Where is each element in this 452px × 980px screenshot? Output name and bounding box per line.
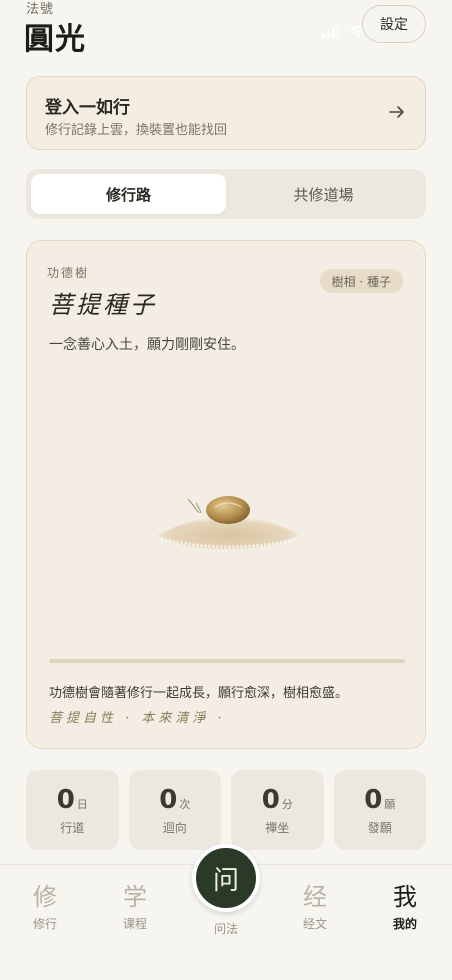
stat-unit: 日 xyxy=(76,797,88,811)
login-card[interactable]: 登入一如行 修行記錄上雲，換裝置也能找回 xyxy=(26,76,426,150)
stat-value: 0 xyxy=(364,784,383,815)
growth-progress xyxy=(49,659,405,663)
tab-group-practice[interactable]: 共修道場 xyxy=(226,174,421,214)
stat-value: 0 xyxy=(159,784,178,815)
stat-vows[interactable]: 0 願 發願 xyxy=(333,770,426,850)
tab-scriptures[interactable]: 经 经文 xyxy=(285,881,345,932)
stat-meditation[interactable]: 0 分 禪坐 xyxy=(231,770,324,850)
stat-value: 0 xyxy=(261,784,280,815)
tab-label: 修行 xyxy=(32,917,57,931)
tree-stage-name: 菩提種子 xyxy=(49,291,157,319)
segmented-control: 修行路 共修道場 xyxy=(26,169,426,219)
merit-tree-card: 功德樹 菩提種子 樹相 · 種子 一念善心入土，願力剛剛安住。 功德樹會隨著修行… xyxy=(26,240,426,749)
stat-label: 迴向 xyxy=(162,820,187,835)
tab-label: 课程 xyxy=(122,917,147,931)
signal-icon xyxy=(322,26,340,38)
stat-dedication[interactable]: 0 次 迴向 xyxy=(128,770,221,850)
courses-icon: 学 xyxy=(123,883,147,911)
dharma-name: 圓光 xyxy=(24,22,86,57)
tab-courses[interactable]: 学 课程 xyxy=(105,881,165,932)
login-subtitle: 修行記錄上雲，換裝置也能找回 xyxy=(45,123,228,138)
tree-verse: 菩提自性 · 本來清淨 · xyxy=(49,711,226,726)
arrow-right-icon xyxy=(389,106,404,118)
stat-label: 禪坐 xyxy=(265,820,290,835)
tree-stage-badge: 樹相 · 種子 xyxy=(319,269,403,293)
stat-unit: 次 xyxy=(179,797,191,811)
practice-icon: 修 xyxy=(33,883,57,911)
settings-button[interactable]: 設定 xyxy=(362,5,426,43)
stat-unit: 分 xyxy=(281,797,293,811)
header: 法號 圓光 設定 xyxy=(0,0,452,60)
tree-kicker: 功德樹 xyxy=(47,266,90,280)
stats-row: 0 日 行道 0 次 迴向 0 分 禪坐 0 願 發願 xyxy=(26,770,426,850)
tree-footer: 功德樹會隨著修行一起成長，願行愈深，樹相愈盛。 xyxy=(49,686,349,701)
me-icon: 我 xyxy=(393,883,417,911)
stat-label: 發願 xyxy=(367,820,392,835)
stat-unit: 願 xyxy=(384,797,396,811)
stat-label: 行道 xyxy=(60,820,85,835)
tab-practice[interactable]: 修 修行 xyxy=(15,881,75,932)
seed-illustration xyxy=(157,496,299,549)
stat-value: 0 xyxy=(56,784,75,815)
login-title: 登入一如行 xyxy=(45,98,130,118)
tab-label: 我的 xyxy=(392,917,417,931)
tab-practice-path[interactable]: 修行路 xyxy=(31,174,226,214)
tab-me[interactable]: 我 我的 xyxy=(375,881,435,932)
ask-dharma-label: 问法 xyxy=(213,922,238,936)
scriptures-icon: 经 xyxy=(303,883,327,911)
tree-description: 一念善心入土，願力剛剛安住。 xyxy=(49,337,245,353)
status-icons xyxy=(322,26,366,38)
stat-walking[interactable]: 0 日 行道 xyxy=(26,770,119,850)
ask-dharma-button[interactable]: 问 xyxy=(192,844,260,912)
tab-label: 经文 xyxy=(302,917,327,931)
